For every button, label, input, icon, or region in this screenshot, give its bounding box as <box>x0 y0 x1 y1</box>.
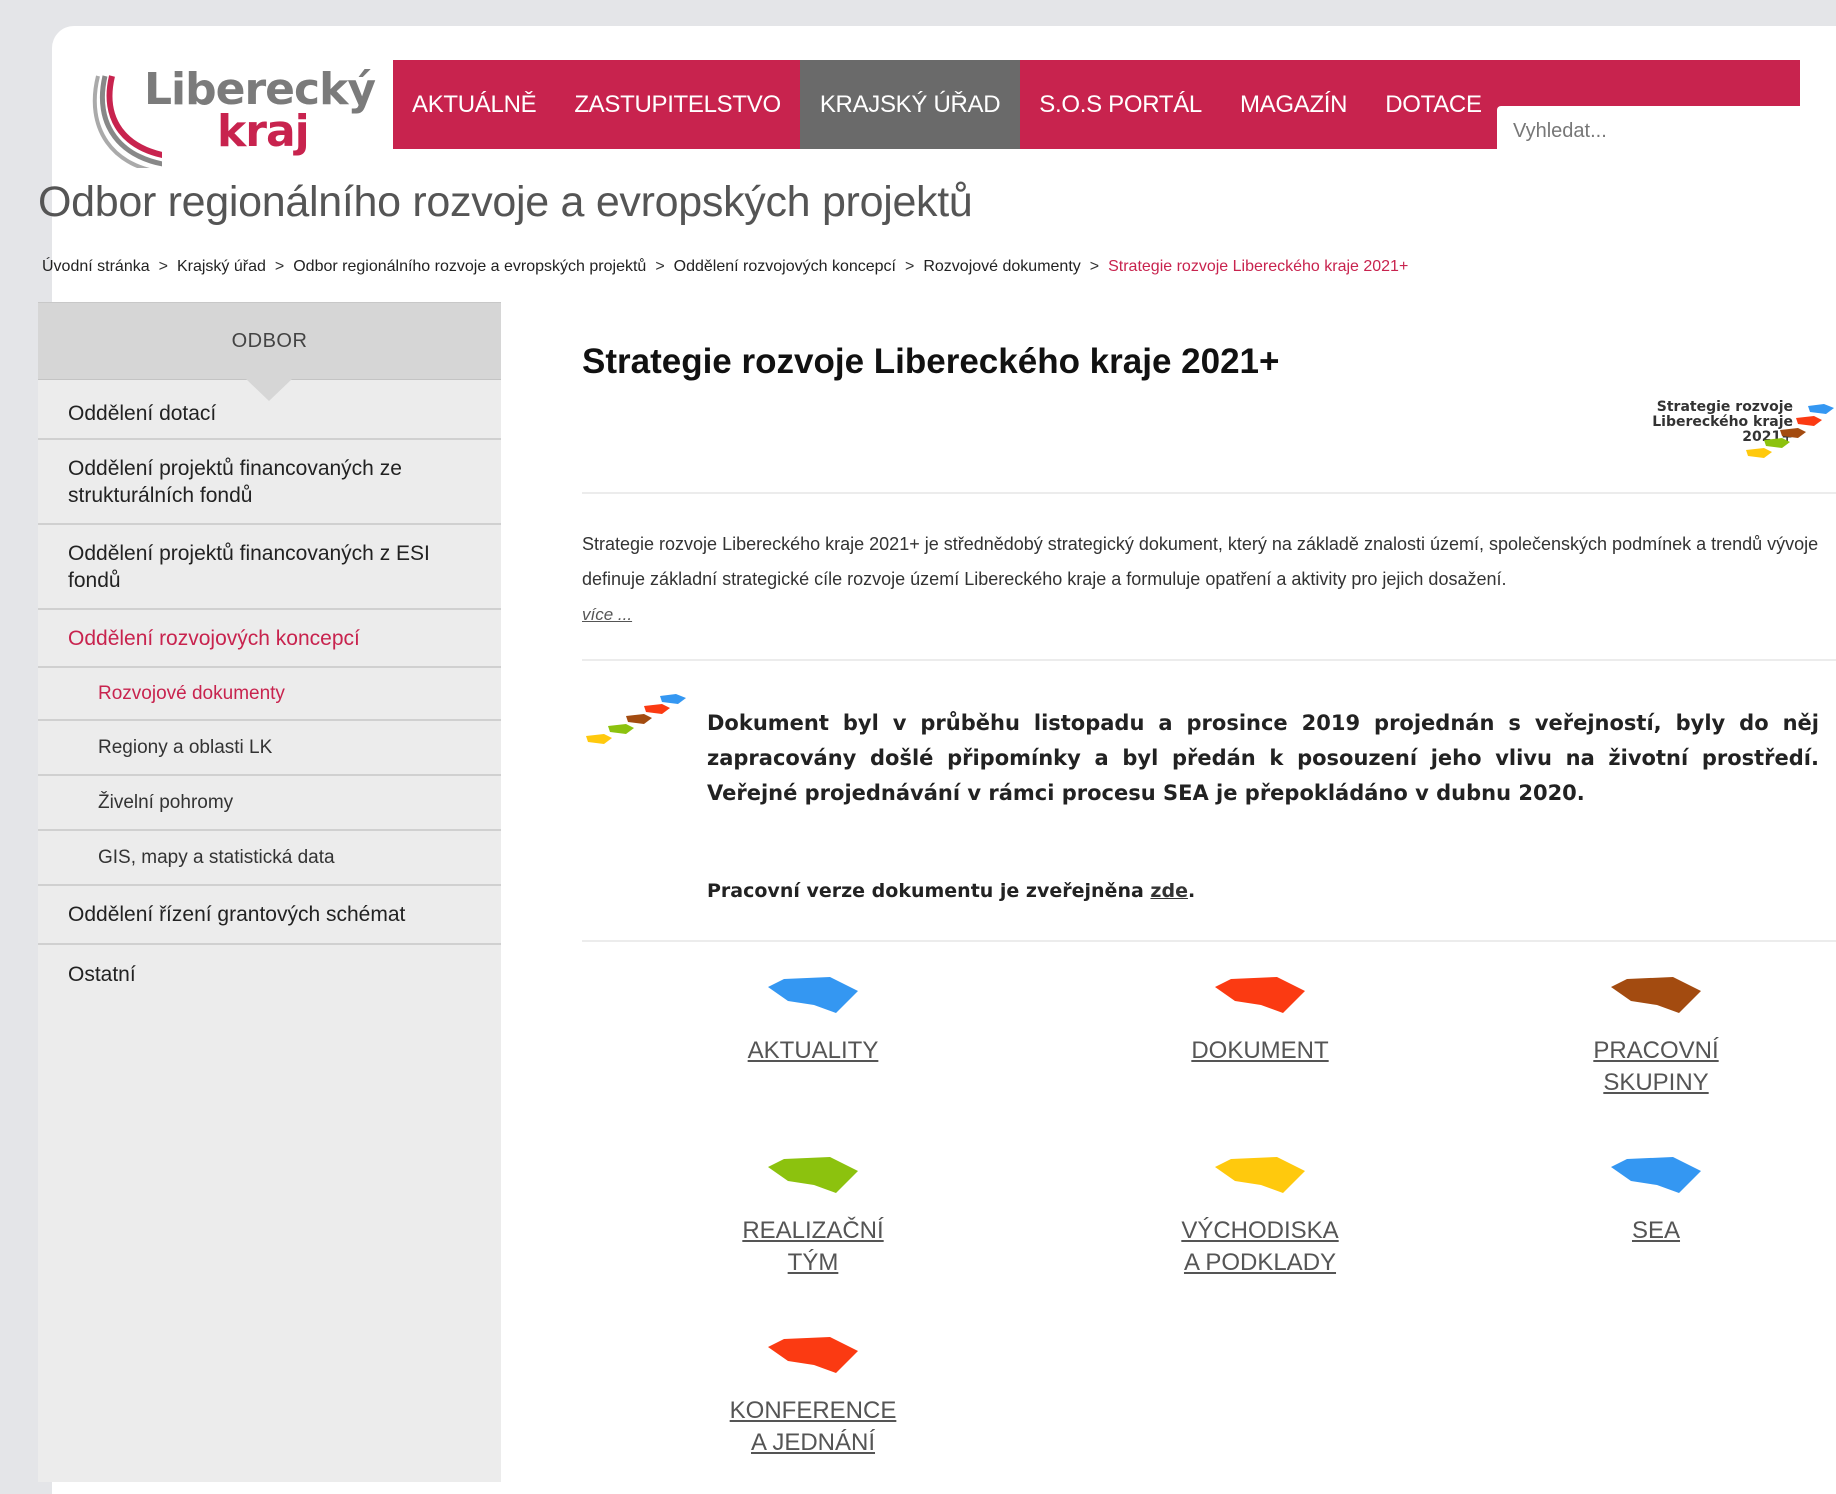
sidebar-subitem-gis[interactable]: GIS, mapy a statistická data <box>38 831 501 886</box>
strategy-logo-arrows-icon <box>1746 404 1834 458</box>
notice-text: Dokument byl v průběhu listopadu a prosi… <box>707 711 1819 805</box>
tile-label: PRACOVNÍ SKUPINY <box>1593 1037 1719 1096</box>
breadcrumb-krajsky-urad[interactable]: Krajský úřad <box>177 258 266 275</box>
working-version-link[interactable]: zde <box>1150 880 1188 902</box>
tile-label: VÝCHODISKA A PODKLADY <box>1181 1217 1339 1276</box>
sidebar-item-ostatni[interactable]: Ostatní <box>38 945 501 1003</box>
tile-dokument[interactable]: DOKUMENT <box>1140 975 1380 1067</box>
breadcrumb-home[interactable]: Úvodní stránka <box>42 258 150 275</box>
more-link[interactable]: více ... <box>582 605 632 624</box>
nav-item-aktualne[interactable]: AKTUÁLNĚ <box>393 60 555 149</box>
breadcrumb-separator: > <box>158 258 168 275</box>
breadcrumb-rozvojove-dokumenty[interactable]: Rozvojové dokumenty <box>923 258 1080 275</box>
tile-label: KONFERENCE A JEDNÁNÍ <box>729 1397 897 1456</box>
sidebar-item-grantova-schemata[interactable]: Oddělení řízení grantových schémat <box>38 886 501 945</box>
sidebar-item-rozvojove-koncepce[interactable]: Oddělení rozvojových koncepcí <box>38 610 501 668</box>
sidebar-item-strukturalni-fondy[interactable]: Oddělení projektů financovaných ze struk… <box>38 440 501 525</box>
divider <box>582 492 1836 494</box>
nav-item-magazin[interactable]: MAGAZÍN <box>1221 60 1366 149</box>
breadcrumb-current: Strategie rozvoje Libereckého kraje 2021… <box>1108 258 1409 275</box>
intro-text: Strategie rozvoje Libereckého kraje 2021… <box>582 534 1819 589</box>
strategy-logo: Strategie rozvoje Libereckého kraje 2021… <box>1648 400 1836 470</box>
nav-item-krajsky-urad[interactable]: KRAJSKÝ ÚŘAD <box>799 60 1021 149</box>
breadcrumb-oddeleni[interactable]: Oddělení rozvojových koncepcí <box>674 258 896 275</box>
tile-label: AKTUALITY <box>747 1037 879 1064</box>
sidebar-heading-arrow-icon <box>246 379 292 401</box>
arrow-yellow-icon <box>1215 1157 1305 1193</box>
liberecky-kraj-logo[interactable]: Liberecký kraj <box>52 58 376 168</box>
sidebar-subitem-rozvojove-dokumenty[interactable]: Rozvojové dokumenty <box>38 668 501 721</box>
arrow-red-icon <box>1215 977 1305 1013</box>
breadcrumb-separator: > <box>905 258 915 275</box>
nav-item-zastupitelstvo[interactable]: ZASTUPITELSTVO <box>555 60 800 149</box>
tile-vychodiska[interactable]: VÝCHODISKA A PODKLADY <box>1140 1155 1380 1279</box>
breadcrumb: Úvodní stránka > Krajský úřad > Odbor region… <box>42 258 1408 276</box>
tile-konference[interactable]: KONFERENCE A JEDNÁNÍ <box>693 1335 933 1459</box>
nav-item-sos-portal[interactable]: S.O.S PORTÁL <box>1020 60 1221 149</box>
breadcrumb-separator: > <box>274 258 285 275</box>
sidebar: ODBOR Oddělení dotací Oddělení projektů … <box>38 302 501 1482</box>
tile-sea[interactable]: SEA <box>1536 1155 1776 1247</box>
breadcrumb-separator: > <box>1089 258 1100 275</box>
arrow-brown-icon <box>1611 977 1701 1013</box>
sidebar-subitem-regiony[interactable]: Regiony a oblasti LK <box>38 721 501 776</box>
divider <box>582 659 1836 661</box>
tile-pracovni-skupiny[interactable]: PRACOVNÍ SKUPINY <box>1536 975 1776 1099</box>
sidebar-item-esi-fondy[interactable]: Oddělení projektů financovaných z ESI fo… <box>38 525 501 610</box>
sidebar-subitem-zivelni-pohromy[interactable]: Živelní pohromy <box>38 776 501 831</box>
intro-paragraph: Strategie rozvoje Libereckého kraje 2021… <box>582 527 1836 632</box>
page-title: Odbor regionálního rozvoje a evropských … <box>38 178 973 226</box>
arrow-red-icon <box>768 1337 858 1373</box>
logo-text-kraj: kraj <box>217 106 310 157</box>
breadcrumb-odbor[interactable]: Odbor regionálního rozvoje a evropských … <box>293 258 646 275</box>
breadcrumb-separator: > <box>655 258 665 275</box>
arrow-blue-icon <box>768 977 858 1013</box>
working-version-text: Pracovní verze dokumentu je zveřejněna <box>707 880 1151 902</box>
notice-arrows-icon <box>580 690 694 760</box>
tile-label: SEA <box>1631 1217 1681 1244</box>
nav-item-dotace[interactable]: DOTACE <box>1366 60 1500 149</box>
article-title: Strategie rozvoje Libereckého kraje 2021… <box>582 342 1280 381</box>
sidebar-heading-label: ODBOR <box>231 329 308 352</box>
working-version-line: Pracovní verze dokumentu je zveřejněna z… <box>707 880 1195 902</box>
arrow-blue-icon <box>1611 1157 1701 1193</box>
sidebar-heading: ODBOR <box>38 302 501 401</box>
search-input[interactable] <box>1497 106 1836 156</box>
working-version-suffix: . <box>1187 880 1196 902</box>
tile-label: DOKUMENT <box>1191 1037 1329 1064</box>
arrow-green-icon <box>768 1157 858 1193</box>
tile-aktuality[interactable]: AKTUALITY <box>693 975 933 1067</box>
tile-label: REALIZAČNÍ TÝM <box>742 1217 884 1276</box>
divider <box>582 940 1836 942</box>
tile-realizacni-tym[interactable]: REALIZAČNÍ TÝM <box>693 1155 933 1279</box>
